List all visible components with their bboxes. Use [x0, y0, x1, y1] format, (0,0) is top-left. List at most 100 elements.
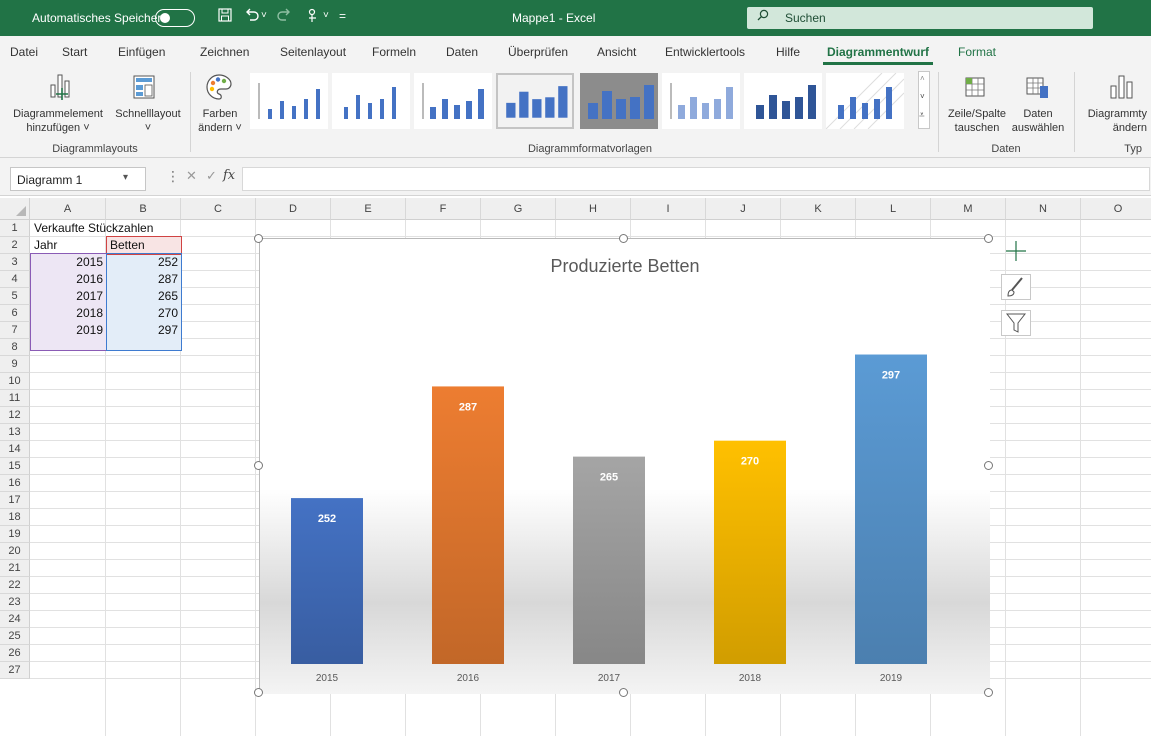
customize-qat-icon[interactable]: =: [339, 9, 346, 23]
name-box-dropdown-icon[interactable]: ▾: [123, 172, 128, 183]
column-header-f[interactable]: F: [406, 198, 481, 220]
tab-diagrammentwurf[interactable]: Diagrammentwurf: [827, 45, 929, 59]
row-header-22[interactable]: 22: [0, 577, 30, 594]
row-header-1[interactable]: 1: [0, 220, 30, 237]
resize-handle-br[interactable]: [984, 688, 993, 697]
tab-daten[interactable]: Daten: [446, 45, 478, 59]
row-header-25[interactable]: 25: [0, 628, 30, 645]
column-header-c[interactable]: C: [181, 198, 256, 220]
row-header-14[interactable]: 14: [0, 441, 30, 458]
row-header-24[interactable]: 24: [0, 611, 30, 628]
data-label-2017[interactable]: 265: [600, 472, 618, 484]
resize-handle-tr[interactable]: [984, 234, 993, 243]
bar-2018[interactable]: [714, 440, 786, 664]
row-header-11[interactable]: 11: [0, 390, 30, 407]
chart-style-3[interactable]: [414, 73, 492, 129]
row-header-7[interactable]: 7: [0, 322, 30, 339]
row-header-23[interactable]: 23: [0, 594, 30, 611]
tab-zeichnen[interactable]: Zeichnen: [200, 45, 249, 59]
chart-elements-button[interactable]: [1001, 238, 1031, 264]
row-header-10[interactable]: 10: [0, 373, 30, 390]
column-header-k[interactable]: K: [781, 198, 856, 220]
autosave-toggle[interactable]: [155, 9, 195, 27]
row-header-20[interactable]: 20: [0, 543, 30, 560]
column-header-b[interactable]: B: [106, 198, 181, 220]
resize-handle-bc[interactable]: [619, 688, 628, 697]
row-header-6[interactable]: 6: [0, 305, 30, 322]
column-header-n[interactable]: N: [1006, 198, 1081, 220]
resize-handle-tl[interactable]: [254, 234, 263, 243]
resize-handle-ml[interactable]: [254, 461, 263, 470]
column-header-h[interactable]: H: [556, 198, 631, 220]
chart-style-8[interactable]: [826, 73, 904, 129]
chart-style-6[interactable]: [662, 73, 740, 129]
resize-handle-tc[interactable]: [619, 234, 628, 243]
column-header-e[interactable]: E: [331, 198, 406, 220]
row-header-19[interactable]: 19: [0, 526, 30, 543]
row-header-15[interactable]: 15: [0, 458, 30, 475]
column-header-j[interactable]: J: [706, 198, 781, 220]
chart-style-1[interactable]: [250, 73, 328, 129]
bar-2019[interactable]: [855, 354, 927, 664]
column-header-o[interactable]: O: [1081, 198, 1151, 220]
row-header-18[interactable]: 18: [0, 509, 30, 526]
chart-style-4[interactable]: [496, 73, 574, 129]
row-header-16[interactable]: 16: [0, 475, 30, 492]
formula-input[interactable]: [242, 167, 1150, 191]
bar-2016[interactable]: [432, 386, 504, 664]
redo-icon[interactable]: [276, 8, 292, 25]
column-header-g[interactable]: G: [481, 198, 556, 220]
row-header-2[interactable]: 2: [0, 237, 30, 254]
tab-datei[interactable]: Datei: [10, 45, 38, 59]
cancel-icon[interactable]: ✕: [186, 168, 197, 184]
gallery-scroll[interactable]: ˄ ˅ ⩡: [918, 71, 930, 129]
name-box[interactable]: Diagramm 1 ▾: [10, 167, 146, 191]
undo-icon[interactable]: [244, 8, 260, 25]
tab-einfuegen[interactable]: Einfügen: [118, 45, 165, 59]
row-header-26[interactable]: 26: [0, 645, 30, 662]
chart-area[interactable]: Produzierte Betten 252 2015 287 2016 265 2017…: [259, 238, 990, 694]
row-header-4[interactable]: 4: [0, 271, 30, 288]
chart-style-5[interactable]: [580, 73, 658, 129]
row-header-17[interactable]: 17: [0, 492, 30, 509]
row-header-8[interactable]: 8: [0, 339, 30, 356]
data-label-2016[interactable]: 287: [459, 401, 477, 413]
cell-a2[interactable]: Jahr: [34, 237, 57, 254]
row-header-13[interactable]: 13: [0, 424, 30, 441]
tab-hilfe[interactable]: Hilfe: [776, 45, 800, 59]
chart-style-7[interactable]: [744, 73, 822, 129]
row-header-27[interactable]: 27: [0, 662, 30, 679]
chart-title[interactable]: Produzierte Betten: [550, 256, 699, 276]
column-header-l[interactable]: L: [856, 198, 931, 220]
insert-function-icon[interactable]: fx: [223, 168, 235, 183]
tab-ansicht[interactable]: Ansicht: [597, 45, 636, 59]
tab-entwicklertools[interactable]: Entwicklertools: [665, 45, 745, 59]
bar-2017[interactable]: [573, 456, 645, 664]
tab-ueberpruefen[interactable]: Überprüfen: [508, 45, 568, 59]
save-icon[interactable]: [218, 8, 232, 25]
column-header-a[interactable]: A: [30, 198, 106, 220]
data-label-2018[interactable]: 270: [741, 456, 759, 468]
tab-format[interactable]: Format: [958, 45, 996, 59]
row-header-3[interactable]: 3: [0, 254, 30, 271]
chart-styles-button[interactable]: [1001, 274, 1031, 300]
column-header-m[interactable]: M: [931, 198, 1006, 220]
resize-handle-mr[interactable]: [984, 461, 993, 470]
enter-icon[interactable]: ✓: [206, 168, 217, 184]
search-box[interactable]: Suchen: [747, 7, 1093, 29]
row-header-9[interactable]: 9: [0, 356, 30, 373]
row-header-21[interactable]: 21: [0, 560, 30, 577]
select-all-corner[interactable]: [0, 198, 30, 220]
tab-seitenlayout[interactable]: Seitenlayout: [280, 45, 346, 59]
undo-dropdown-icon[interactable]: ˅: [261, 10, 267, 21]
touch-dropdown-icon[interactable]: ˅: [323, 10, 329, 21]
chart-style-2[interactable]: [332, 73, 410, 129]
row-header-5[interactable]: 5: [0, 288, 30, 305]
tab-formeln[interactable]: Formeln: [372, 45, 416, 59]
chart-filters-button[interactable]: [1001, 310, 1031, 336]
data-label-2015[interactable]: 252: [318, 513, 336, 525]
column-header-d[interactable]: D: [256, 198, 331, 220]
tab-start[interactable]: Start: [62, 45, 87, 59]
data-label-2019[interactable]: 297: [882, 370, 900, 382]
resize-handle-bl[interactable]: [254, 688, 263, 697]
